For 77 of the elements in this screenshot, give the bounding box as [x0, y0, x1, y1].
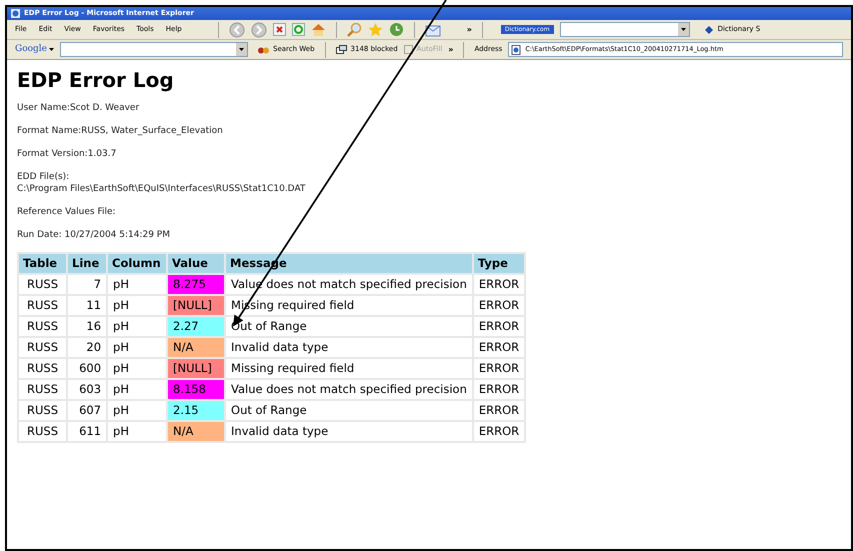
info-label: Format Name:RUSS, Water_Surface_Elevation: [17, 125, 223, 137]
search-icon[interactable]: [346, 22, 362, 37]
table-cell: pH: [107, 295, 168, 316]
table-cell: RUSS: [18, 400, 68, 421]
table-cell: ERROR: [472, 421, 526, 442]
table-cell: RUSS: [18, 358, 68, 379]
table-cell: Invalid data type: [225, 421, 473, 442]
table-cell: pH: [107, 274, 168, 295]
value-cell: 2.27: [167, 316, 226, 337]
table-cell: pH: [107, 421, 168, 442]
refresh-icon[interactable]: [292, 23, 305, 36]
book-icon: [704, 24, 714, 34]
table-cell: 20: [67, 337, 108, 358]
value-cell: [NULL]: [167, 358, 226, 379]
star-icon[interactable]: [368, 22, 383, 37]
table-cell: Out of Range: [225, 400, 473, 421]
table-cell: 600: [67, 358, 108, 379]
table-cell: ERROR: [472, 400, 526, 421]
value-cell: 2.15: [167, 400, 226, 421]
table-cell: 611: [67, 421, 108, 442]
browser-icon: [11, 9, 20, 18]
table-cell: pH: [107, 358, 168, 379]
info-value: C:\Program Files\EarthSoft\EQuIS\Interfaces\RUSS\Stat1C10.DAT: [17, 183, 306, 195]
table-cell: ERROR: [472, 337, 526, 358]
table-cell: 16: [67, 316, 108, 337]
stop-icon[interactable]: [272, 23, 286, 36]
column-header: Value: [167, 253, 226, 274]
page-heading: EDP Error Log: [17, 70, 174, 90]
table-cell: RUSS: [18, 421, 68, 442]
table-cell: 607: [67, 400, 108, 421]
table-cell: pH: [107, 400, 168, 421]
value-cell: 8.158: [167, 379, 226, 400]
table-cell: Invalid data type: [225, 337, 473, 358]
table-cell: RUSS: [18, 274, 68, 295]
info-label: User Name:Scot D. Weaver: [17, 102, 140, 114]
dictionary-search-field[interactable]: [560, 22, 690, 37]
forward-icon[interactable]: [250, 22, 267, 38]
value-cell: N/A: [167, 421, 226, 442]
google-menu[interactable]: Google: [15, 42, 54, 56]
column-header: Type: [472, 253, 526, 274]
google-search-field[interactable]: [60, 42, 248, 57]
table-cell: Missing required field: [225, 358, 473, 379]
column-header: Table: [18, 253, 68, 274]
caret-icon: [49, 48, 54, 51]
table-cell: pH: [107, 379, 168, 400]
info-label: Format Version:1.03.7: [17, 148, 116, 160]
table-cell: ERROR: [472, 379, 526, 400]
mail-icon[interactable]: [424, 22, 443, 36]
info-label: Reference Values File:: [17, 206, 116, 218]
info-label: Run Date: 10/27/2004 5:14:29 PM: [17, 229, 170, 241]
table-cell: Value does not match specified precision: [225, 379, 473, 400]
table-cell: 603: [67, 379, 108, 400]
table-cell: 7: [67, 274, 108, 295]
table-cell: RUSS: [18, 316, 68, 337]
table-cell: RUSS: [18, 337, 68, 358]
column-header: Column: [107, 253, 168, 274]
value-cell: [NULL]: [167, 295, 226, 316]
page-icon: [511, 44, 522, 54]
value-cell: 8.275: [167, 274, 226, 295]
back-icon[interactable]: [228, 22, 245, 38]
autofill-icon: [404, 45, 413, 54]
table-cell: pH: [107, 316, 168, 337]
column-header: Line: [67, 253, 108, 274]
more-chevron[interactable]: »: [448, 44, 454, 56]
table-cell: pH: [107, 337, 168, 358]
table-cell: ERROR: [472, 295, 526, 316]
table-cell: ERROR: [472, 316, 526, 337]
table-cell: RUSS: [18, 295, 68, 316]
windows-icon: [336, 45, 347, 54]
value-cell: N/A: [167, 337, 226, 358]
info-label: EDD File(s):: [17, 171, 70, 183]
table-cell: ERROR: [472, 274, 526, 295]
table-cell: 11: [67, 295, 108, 316]
home-icon[interactable]: [310, 22, 326, 36]
table-cell: ERROR: [472, 358, 526, 379]
table-cell: RUSS: [18, 379, 68, 400]
more-chevron[interactable]: »: [466, 24, 472, 36]
